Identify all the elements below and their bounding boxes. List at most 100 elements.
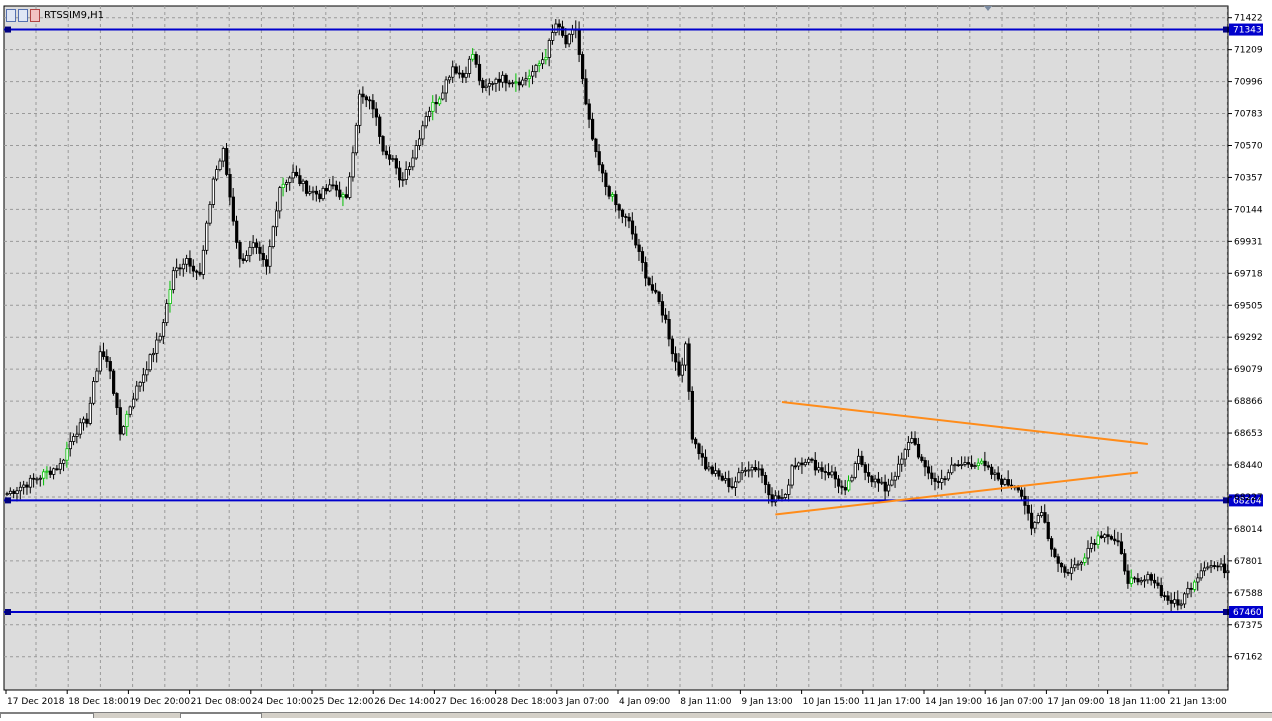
- candle-body: [261, 253, 265, 261]
- candle-body: [667, 319, 671, 340]
- candle-body: [664, 314, 668, 320]
- candle-body: [590, 118, 595, 140]
- candle-body: [444, 79, 448, 94]
- candle-body: [454, 66, 458, 74]
- candle-body: [1086, 547, 1090, 559]
- candle-body: [328, 184, 332, 192]
- time-tick-label: 17 Jan 09:00: [1047, 697, 1104, 707]
- candle-body: [5, 493, 9, 495]
- candle-body: [188, 258, 192, 267]
- candle-body: [657, 291, 661, 302]
- candle-body: [617, 204, 621, 211]
- candle-body: [614, 194, 618, 206]
- chart-tab-active[interactable]: [0, 713, 94, 718]
- price-tick-label: 67162: [1234, 653, 1263, 663]
- candle-body: [487, 83, 492, 87]
- time-tick-label: 3 Jan 07:00: [558, 697, 610, 707]
- candle-body: [727, 478, 731, 488]
- candle-body: [65, 448, 69, 461]
- candle-body: [817, 467, 821, 471]
- candle-body: [55, 468, 59, 471]
- window-menu-icon[interactable]: [6, 8, 40, 22]
- candle-body: [1053, 548, 1057, 558]
- candle-body: [953, 464, 957, 467]
- candle-body: [860, 455, 864, 466]
- candle-body: [1199, 570, 1203, 579]
- price-tick-label: 68440: [1234, 461, 1263, 471]
- candle-body: [85, 418, 89, 424]
- level-handle-left[interactable]: [5, 497, 11, 504]
- candle-body: [690, 390, 694, 440]
- candle-body: [201, 249, 206, 275]
- candle-body: [368, 99, 372, 102]
- candle-body: [225, 148, 229, 175]
- candle-body: [291, 171, 295, 179]
- price-tick-label: 70996: [1234, 78, 1263, 88]
- candle-body: [933, 478, 937, 482]
- candle-body: [398, 167, 402, 181]
- candle-body: [1222, 563, 1227, 574]
- time-tick-label: 18 Dec 18:00: [68, 697, 129, 707]
- candle-body: [115, 393, 119, 409]
- candle-body: [790, 465, 794, 486]
- candle-body: [1000, 478, 1004, 485]
- price-tick-label: 69079: [1234, 365, 1263, 375]
- candle-body: [734, 481, 738, 488]
- candle-body: [634, 233, 638, 246]
- candle-body: [587, 103, 591, 120]
- candle-body: [158, 335, 162, 341]
- candle-body: [647, 277, 651, 286]
- candle-body: [694, 438, 698, 445]
- candle-body: [241, 258, 245, 261]
- chart-tab[interactable]: [180, 713, 262, 718]
- candle-body: [903, 449, 907, 460]
- candle-body: [105, 356, 109, 362]
- chart-title-bar: RTSSIM9,H1: [6, 6, 104, 24]
- time-tick-label: 9 Jan 13:00: [741, 697, 793, 707]
- candle-body: [501, 74, 505, 83]
- candle-body: [870, 475, 874, 483]
- candle-body: [880, 481, 884, 484]
- candle-body: [541, 59, 545, 65]
- candle-body: [72, 436, 76, 442]
- candlestick-chart[interactable]: 713436820467460 714227120970996707837057…: [0, 0, 1272, 717]
- candle-body: [1149, 574, 1153, 581]
- price-tick-label: 71209: [1234, 46, 1263, 56]
- candle-body: [680, 364, 684, 376]
- candle-body: [990, 466, 994, 475]
- candle-body: [474, 54, 478, 65]
- candle-body: [281, 183, 285, 188]
- candle-body: [418, 138, 422, 147]
- level-handle-left[interactable]: [5, 609, 11, 615]
- time-tick-label: 14 Jan 19:00: [925, 697, 982, 707]
- candle-body: [1156, 582, 1160, 586]
- candle-body: [783, 493, 788, 498]
- candle-body: [75, 433, 79, 437]
- candle-body: [581, 54, 585, 80]
- candle-body: [12, 490, 16, 494]
- chart-window: 71343 68204 67460 71422 71209 70996 70783 7057…: [0, 0, 1272, 718]
- candle-body: [607, 186, 611, 197]
- candle-body: [18, 486, 23, 492]
- candle-body: [28, 477, 33, 488]
- candle-body: [42, 471, 46, 479]
- candle-body: [344, 194, 349, 198]
- candle-body: [551, 32, 555, 41]
- candle-body: [394, 158, 398, 169]
- candle-body: [331, 184, 335, 187]
- candle-body: [125, 413, 129, 427]
- candle-body: [288, 177, 292, 183]
- time-tick-label: 25 Dec 12:00: [313, 697, 374, 707]
- candle-body: [993, 472, 997, 475]
- level-price-label: 71343: [1233, 26, 1262, 36]
- candle-body: [1056, 556, 1060, 564]
- candle-body: [521, 79, 525, 86]
- level-handle-left[interactable]: [5, 26, 11, 33]
- candle-body: [215, 169, 219, 180]
- candle-body: [155, 339, 159, 354]
- candle-body: [401, 179, 405, 181]
- candle-body: [1069, 567, 1074, 574]
- candle-body: [1106, 534, 1110, 537]
- candle-body: [923, 460, 927, 468]
- candle-body: [913, 438, 917, 445]
